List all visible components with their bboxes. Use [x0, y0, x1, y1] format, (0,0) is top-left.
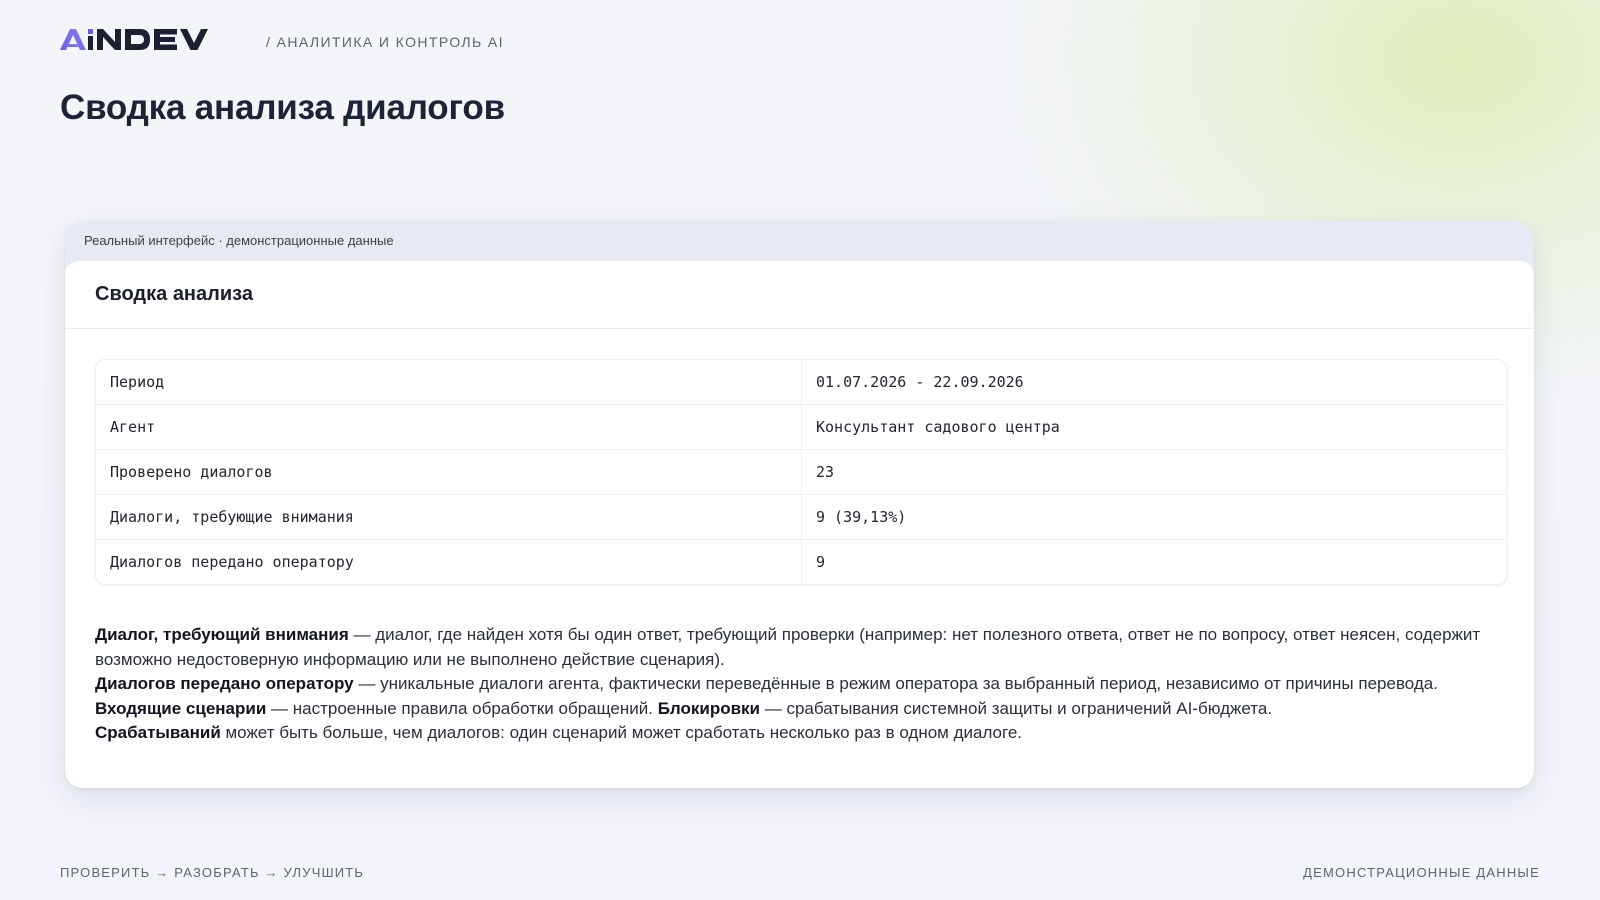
card-header: Сводка анализа: [65, 261, 1534, 329]
note-term: Блокировки: [657, 698, 761, 718]
footer-demo-label: ДЕМОНСТРАЦИОННЫЕ ДАННЫЕ: [1303, 865, 1540, 880]
note-scenarios: Входящие сценарии — настроенные правила …: [95, 697, 1515, 722]
table-row: Диалогов передано оператору 9: [96, 539, 1506, 584]
note-term: Диалог, требующий внимания: [95, 625, 349, 644]
note-operator: Диалогов передано оператору — уникальные…: [95, 672, 1515, 697]
row-value-period: 01.07.2026 - 22.09.2026: [816, 373, 1024, 391]
summary-panel: Реальный интерфейс · демонстрационные да…: [65, 221, 1534, 788]
table-row: Период 01.07.2026 - 22.09.2026: [96, 360, 1506, 404]
footer-workflow: ПРОВЕРИТЬ → РАЗОБРАТЬ → УЛУЧШИТЬ: [60, 865, 365, 880]
aindev-logo[interactable]: [60, 26, 240, 56]
note-term: Срабатываний: [95, 723, 221, 742]
note-term: Диалогов передано оператору: [95, 674, 354, 693]
summary-card: Сводка анализа Период 01.07.2026 - 22.09…: [65, 261, 1534, 788]
row-label-agent: Агент: [96, 405, 802, 449]
row-label-attention: Диалоги, требующие внимания: [96, 495, 802, 539]
row-label-operator: Диалогов передано оператору: [96, 540, 802, 584]
note-attention: Диалог, требующий внимания — диалог, где…: [95, 623, 1515, 672]
note-text: — настроенные правила обработки обращени…: [266, 698, 658, 718]
tagline: / АНАЛИТИКА И КОНТРОЛЬ AI: [266, 34, 504, 50]
note-text: — уникальные диалоги агента, фактически …: [353, 674, 1438, 693]
summary-table: Период 01.07.2026 - 22.09.2026 Агент Кон…: [95, 359, 1507, 585]
row-value-agent: Консультант садового центра: [816, 418, 1060, 436]
page-title: Сводка анализа диалогов: [60, 88, 505, 127]
panel-caption: Реальный интерфейс · демонстрационные да…: [84, 233, 394, 248]
note-triggers: Срабатываний может быть больше, чем диал…: [95, 721, 1515, 746]
note-text: — срабатывания системной защиты и ограни…: [760, 698, 1273, 718]
row-value-checked: 23: [816, 463, 835, 481]
note-text: может быть больше, чем диалогов: один сц…: [220, 723, 1023, 742]
logo-mark: [60, 29, 208, 50]
row-label-period: Период: [96, 360, 802, 404]
brand-row: / АНАЛИТИКА И КОНТРОЛЬ AI: [60, 26, 504, 56]
card-title: Сводка анализа: [95, 283, 253, 305]
table-row: Агент Консультант садового центра: [96, 404, 1506, 449]
definitions-notes: Диалог, требующий внимания — диалог, где…: [95, 623, 1515, 746]
table-row: Проверено диалогов 23: [96, 449, 1506, 494]
row-value-operator: 9: [816, 553, 826, 571]
row-label-checked: Проверено диалогов: [96, 450, 802, 494]
table-row: Диалоги, требующие внимания 9 (39,13%): [96, 494, 1506, 539]
row-value-attention: 9 (39,13%): [816, 508, 907, 526]
note-term: Входящие сценарии: [95, 698, 267, 718]
